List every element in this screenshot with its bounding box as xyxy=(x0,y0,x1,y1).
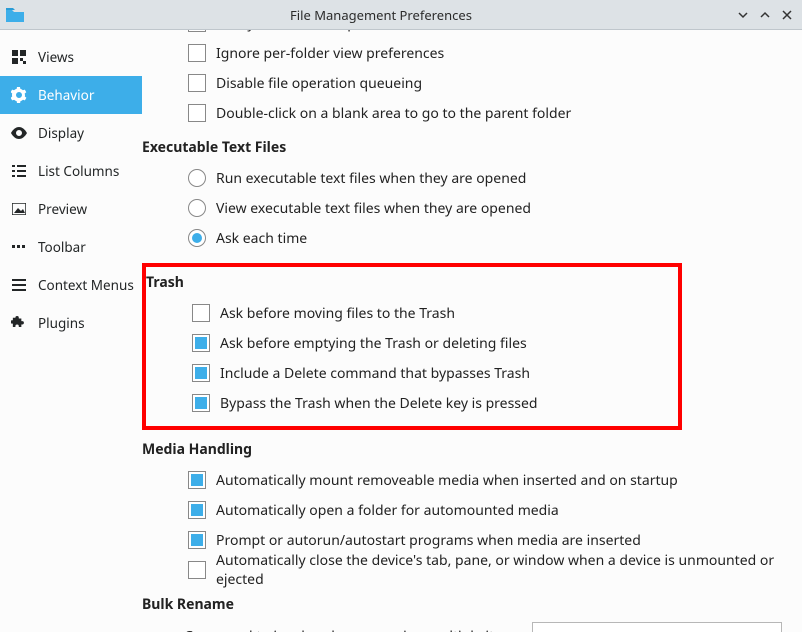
close-button[interactable] xyxy=(778,6,796,24)
menu-icon xyxy=(10,276,28,294)
option-label: Automatically mount removeable media whe… xyxy=(216,471,678,490)
option-label: Always start in dual pane view xyxy=(216,30,413,33)
titlebar: File Management Preferences xyxy=(0,0,802,30)
sidebar-item-label: List Columns xyxy=(38,162,119,180)
checkbox[interactable] xyxy=(192,304,210,322)
option-label: View executable text files when they are… xyxy=(216,199,531,218)
sidebar-item-label: Toolbar xyxy=(38,238,86,256)
columns-icon xyxy=(10,162,28,180)
bulk-rename-label: Command to invoke when renaming multiple… xyxy=(184,627,526,632)
eye-icon xyxy=(10,124,28,142)
section-bulk-rename: Bulk Rename Command to invoke when renam… xyxy=(142,595,788,632)
checkbox[interactable] xyxy=(188,30,206,32)
radio[interactable] xyxy=(188,169,206,187)
sidebar-item-views[interactable]: Views xyxy=(0,38,142,76)
option-row: Ask before emptying the Trash or deletin… xyxy=(192,328,678,358)
window-title: File Management Preferences xyxy=(32,6,730,24)
sidebar: Views Behavior Display List Columns Prev… xyxy=(0,30,142,632)
sidebar-item-list-columns[interactable]: List Columns xyxy=(0,152,142,190)
option-label: Run executable text files when they are … xyxy=(216,169,526,188)
checkbox[interactable] xyxy=(192,394,210,412)
option-row: Ignore per-folder view preferences xyxy=(188,38,788,68)
option-row: Run executable text files when they are … xyxy=(188,163,788,193)
dots-icon xyxy=(10,238,28,256)
option-row: Automatically open a folder for automoun… xyxy=(188,495,788,525)
checkbox[interactable] xyxy=(188,44,206,62)
sidebar-item-toolbar[interactable]: Toolbar xyxy=(0,228,142,266)
option-row: Include a Delete command that bypasses T… xyxy=(192,358,678,388)
option-label: Disable file operation queueing xyxy=(216,74,422,93)
checkbox[interactable] xyxy=(188,501,206,519)
radio[interactable] xyxy=(188,229,206,247)
section-title: Trash xyxy=(146,273,678,292)
grid-icon xyxy=(10,48,28,66)
option-label: Bypass the Trash when the Delete key is … xyxy=(220,394,538,413)
sidebar-item-context-menus[interactable]: Context Menus xyxy=(0,266,142,304)
puzzle-icon xyxy=(10,314,28,332)
image-icon xyxy=(10,200,28,218)
sidebar-item-behavior[interactable]: Behavior xyxy=(0,76,142,114)
option-label: Double-click on a blank area to go to th… xyxy=(216,104,571,123)
content-panel: Always start in dual pane view Ignore pe… xyxy=(142,30,802,632)
option-label: Ignore per-folder view preferences xyxy=(216,44,444,63)
section-trash-highlighted: Trash Ask before moving files to the Tra… xyxy=(142,263,682,430)
sidebar-item-label: Preview xyxy=(38,200,87,218)
folder-icon xyxy=(6,8,24,22)
minimize-button[interactable] xyxy=(734,6,752,24)
section-executable: Executable Text Files Run executable tex… xyxy=(142,138,788,253)
checkbox[interactable] xyxy=(188,104,206,122)
bulk-rename-row: Command to invoke when renaming multiple… xyxy=(184,622,788,632)
radio[interactable] xyxy=(188,199,206,217)
sidebar-item-label: Views xyxy=(38,48,74,66)
sidebar-item-label: Behavior xyxy=(38,86,94,104)
option-label: Include a Delete command that bypasses T… xyxy=(220,364,530,383)
option-row: View executable text files when they are… xyxy=(188,193,788,223)
option-label: Ask each time xyxy=(216,229,307,248)
option-row: Always start in dual pane view xyxy=(188,30,788,38)
section-title: Executable Text Files xyxy=(142,138,788,157)
option-label: Prompt or autorun/autostart programs whe… xyxy=(216,531,641,550)
option-row: Bypass the Trash when the Delete key is … xyxy=(192,388,678,418)
option-row: Automatically close the device's tab, pa… xyxy=(188,555,788,585)
option-label: Ask before emptying the Trash or deletin… xyxy=(220,334,527,353)
checkbox[interactable] xyxy=(192,334,210,352)
checkbox[interactable] xyxy=(188,531,206,549)
option-row: Ask before moving files to the Trash xyxy=(192,298,678,328)
option-row: Automatically mount removeable media whe… xyxy=(188,465,788,495)
option-row: Ask each time xyxy=(188,223,788,253)
maximize-button[interactable] xyxy=(756,6,774,24)
checkbox[interactable] xyxy=(188,561,206,579)
sidebar-item-label: Plugins xyxy=(38,314,85,332)
sidebar-item-plugins[interactable]: Plugins xyxy=(0,304,142,342)
option-label: Automatically open a folder for automoun… xyxy=(216,501,559,520)
sidebar-item-preview[interactable]: Preview xyxy=(0,190,142,228)
option-label: Automatically close the device's tab, pa… xyxy=(216,551,788,589)
gear-icon xyxy=(10,86,28,104)
sidebar-item-display[interactable]: Display xyxy=(0,114,142,152)
bulk-rename-input[interactable] xyxy=(532,622,782,632)
sidebar-item-label: Context Menus xyxy=(38,276,134,294)
checkbox[interactable] xyxy=(188,74,206,92)
section-title: Media Handling xyxy=(142,440,788,459)
option-label: Ask before moving files to the Trash xyxy=(220,304,455,323)
checkbox[interactable] xyxy=(192,364,210,382)
section-media: Media Handling Automatically mount remov… xyxy=(142,440,788,585)
section-title: Bulk Rename xyxy=(142,595,788,614)
sidebar-item-label: Display xyxy=(38,124,84,142)
option-row: Disable file operation queueing xyxy=(188,68,788,98)
checkbox[interactable] xyxy=(188,471,206,489)
option-row: Double-click on a blank area to go to th… xyxy=(188,98,788,128)
